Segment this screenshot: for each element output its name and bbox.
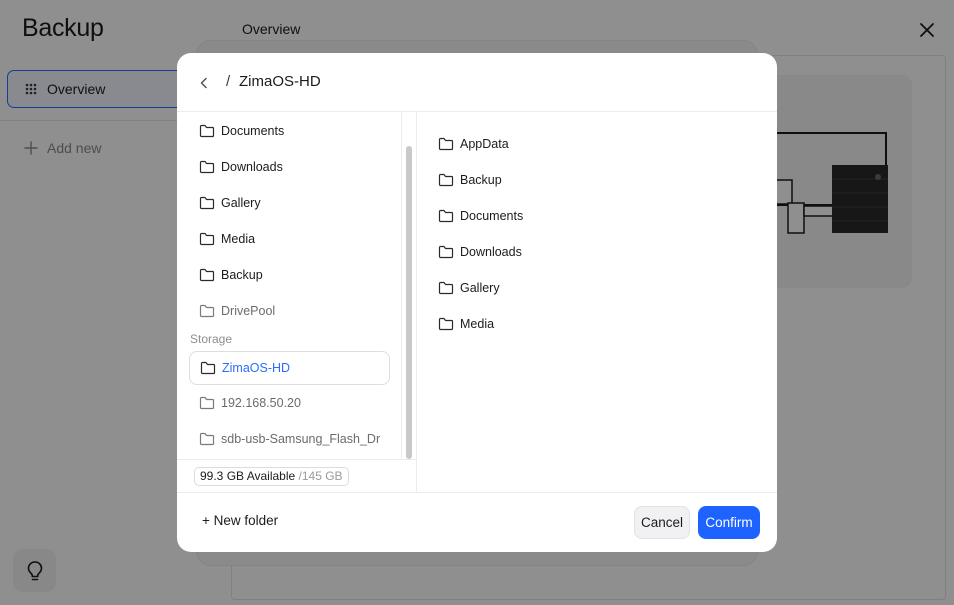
scrollbar-thumb[interactable] bbox=[406, 146, 412, 459]
tree-item-label: Media bbox=[221, 232, 256, 246]
folder-tree-list: Documents Downloads Gallery Media Backup… bbox=[177, 112, 401, 459]
breadcrumb-separator: / bbox=[226, 73, 231, 90]
storage-total: /145 GB bbox=[298, 469, 343, 483]
scrollbar[interactable] bbox=[401, 112, 416, 459]
list-item-label: AppData bbox=[460, 137, 509, 151]
folder-icon bbox=[199, 232, 215, 246]
storage-badge: 99.3 GB Available /145 GB bbox=[194, 467, 349, 486]
tree-item-media[interactable]: Media bbox=[189, 222, 390, 256]
folder-icon bbox=[199, 268, 215, 282]
folder-icon bbox=[199, 304, 215, 318]
breadcrumb-current[interactable]: ZimaOS-HD bbox=[239, 73, 321, 90]
cancel-button[interactable]: Cancel bbox=[634, 506, 690, 539]
list-item-downloads[interactable]: Downloads bbox=[438, 237, 522, 267]
storage-section-label: Storage bbox=[190, 332, 233, 346]
list-item-label: Backup bbox=[460, 173, 502, 187]
storage-item-label: ZimaOS-HD bbox=[222, 361, 291, 375]
list-item-label: Downloads bbox=[460, 245, 522, 259]
folder-icon bbox=[199, 124, 215, 138]
list-item-media[interactable]: Media bbox=[438, 309, 494, 339]
storage-item-label: sdb-usb-Samsung_Flash_Dr bbox=[221, 432, 381, 446]
tree-item-gallery[interactable]: Gallery bbox=[189, 186, 390, 220]
tree-item-documents[interactable]: Documents bbox=[189, 114, 390, 148]
dialog-footer: + New folder Cancel Confirm bbox=[177, 492, 777, 552]
list-item-gallery[interactable]: Gallery bbox=[438, 273, 500, 303]
list-item-documents[interactable]: Documents bbox=[438, 201, 523, 231]
folder-icon bbox=[438, 281, 454, 295]
folder-icon bbox=[199, 432, 215, 446]
storage-item-usb[interactable]: sdb-usb-Samsung_Flash_Dr bbox=[189, 422, 390, 456]
confirm-button[interactable]: Confirm bbox=[698, 506, 760, 539]
folder-contents-pane: AppData Backup Documents Downloads Galle… bbox=[417, 112, 777, 492]
tree-item-downloads[interactable]: Downloads bbox=[189, 150, 390, 184]
list-item-label: Documents bbox=[460, 209, 524, 223]
folder-icon bbox=[438, 245, 454, 259]
folder-icon bbox=[438, 209, 454, 223]
tree-item-label: Gallery bbox=[221, 196, 261, 210]
folder-icon bbox=[199, 396, 215, 410]
folder-icon bbox=[199, 160, 215, 174]
storage-item-label: 192.168.50.20 bbox=[221, 396, 301, 410]
tree-item-label: Documents bbox=[221, 124, 285, 138]
tree-item-label: DrivePool bbox=[221, 304, 276, 318]
folder-icon bbox=[199, 196, 215, 210]
list-item-appdata[interactable]: AppData bbox=[438, 129, 509, 159]
tree-item-backup[interactable]: Backup bbox=[189, 258, 390, 292]
storage-item-zimaos-hd[interactable]: ZimaOS-HD bbox=[189, 351, 390, 385]
tree-item-label: Backup bbox=[221, 268, 263, 282]
list-item-label: Media bbox=[460, 317, 495, 331]
dialog-header: / ZimaOS-HD bbox=[177, 53, 777, 112]
storage-item-network[interactable]: 192.168.50.20 bbox=[189, 386, 390, 420]
folder-icon bbox=[438, 137, 454, 151]
storage-info-bar: 99.3 GB Available /145 GB bbox=[177, 459, 417, 492]
tree-item-drivepool[interactable]: DrivePool bbox=[189, 294, 390, 328]
chevron-left-icon bbox=[199, 77, 209, 89]
storage-available: 99.3 GB Available bbox=[200, 469, 296, 483]
list-item-label: Gallery bbox=[460, 281, 500, 295]
folder-icon bbox=[200, 361, 216, 375]
new-folder-button[interactable]: + New folder bbox=[202, 513, 278, 528]
folder-picker-dialog: / ZimaOS-HD Documents Downloads Gallery … bbox=[177, 53, 777, 552]
folder-icon bbox=[438, 317, 454, 331]
tree-item-label: Downloads bbox=[221, 160, 283, 174]
list-item-backup[interactable]: Backup bbox=[438, 165, 502, 195]
folder-icon bbox=[438, 173, 454, 187]
folder-tree-pane: Documents Downloads Gallery Media Backup… bbox=[177, 112, 417, 492]
back-button[interactable] bbox=[193, 72, 215, 94]
